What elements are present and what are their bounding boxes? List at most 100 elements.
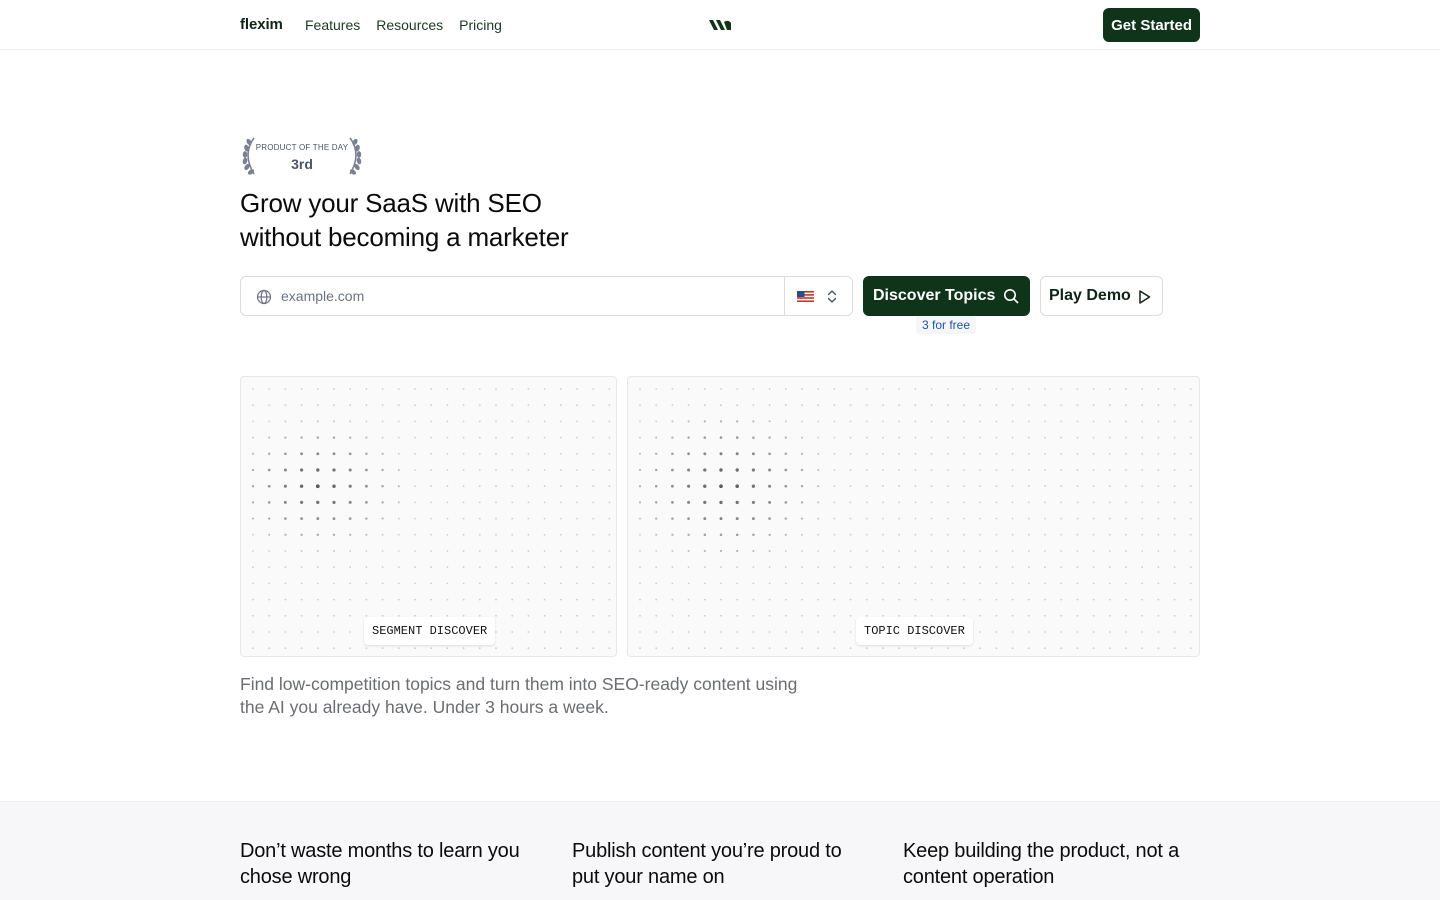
grid-dot — [963, 469, 965, 471]
grid-dot — [430, 582, 433, 585]
grid-dot — [608, 582, 611, 585]
grid-dot — [687, 404, 690, 407]
grid-dot — [543, 501, 546, 504]
grid-dot — [1092, 436, 1095, 439]
grid-dot — [865, 582, 868, 585]
grid-dot — [1092, 582, 1095, 585]
grid-dot — [946, 598, 949, 601]
grid-dot — [639, 388, 641, 390]
top-nav: flexim Features Resources Pricing Get St… — [0, 0, 1440, 50]
grid-dot — [687, 566, 690, 569]
grid-dot — [671, 631, 674, 633]
grid-dot — [381, 566, 384, 569]
grid-dot — [849, 404, 852, 407]
discover-topics-button[interactable]: Discover Topics — [863, 276, 1030, 316]
grid-dot — [914, 598, 917, 601]
grid-dot — [801, 404, 803, 407]
product-of-the-day-badge[interactable]: PRODUCT OF THE DAY 3rd — [240, 136, 364, 176]
grid-dot — [946, 420, 949, 423]
brand-logo-text[interactable]: flexim — [240, 16, 283, 33]
grid-dot — [365, 598, 368, 601]
grid-dot — [543, 452, 546, 455]
grid-dot — [495, 501, 497, 504]
grid-dot — [800, 468, 804, 472]
grid-dot — [1157, 614, 1160, 617]
grid-dot — [349, 550, 352, 552]
grid-dot — [1157, 452, 1160, 455]
grid-dot — [511, 517, 514, 520]
grid-dot — [1141, 614, 1144, 617]
grid-dot — [511, 566, 514, 569]
grid-dot — [559, 598, 562, 601]
nav-link-resources[interactable]: Resources — [376, 17, 443, 33]
grid-dot — [316, 566, 319, 569]
grid-dot — [333, 582, 335, 585]
grid-dot — [349, 404, 352, 407]
grid-dot — [736, 404, 739, 407]
features-section: Don’t waste months to learn you chose wr… — [0, 801, 1440, 900]
grid-dot — [800, 501, 804, 504]
grid-dot — [365, 484, 368, 488]
play-demo-button[interactable]: Play Demo — [1040, 276, 1163, 316]
grid-dot — [284, 517, 287, 520]
grid-dot — [446, 420, 449, 423]
grid-dot — [527, 647, 530, 650]
grid-dot — [865, 436, 868, 439]
grid-dot — [703, 500, 707, 505]
grid-dot — [882, 436, 884, 439]
segment-discover-panel[interactable]: SEGMENT DISCOVER — [240, 376, 617, 657]
grid-dot — [1125, 388, 1127, 390]
topic-discover-panel[interactable]: TOPIC DISCOVER — [627, 376, 1200, 657]
grid-dot — [1076, 598, 1079, 601]
grid-dot — [995, 388, 998, 390]
grid-dot — [1108, 452, 1111, 455]
grid-dot — [833, 533, 836, 536]
grid-dot — [1189, 485, 1192, 488]
grid-dot — [608, 533, 611, 536]
grid-dot — [478, 517, 481, 520]
grid-dot — [284, 452, 287, 456]
grid-dot — [1092, 550, 1095, 552]
grid-dot — [1157, 485, 1160, 488]
grid-dot — [316, 420, 319, 423]
grid-dot — [511, 582, 514, 585]
grid-dot — [478, 550, 481, 552]
grid-dot — [882, 420, 884, 423]
grid-dot — [462, 582, 465, 585]
grid-dot — [865, 452, 868, 455]
grid-dot — [283, 500, 287, 504]
grid-dot — [495, 420, 497, 423]
grid-dot — [397, 501, 400, 504]
grid-dot — [608, 420, 611, 423]
grid-dot — [849, 631, 852, 633]
grid-dot — [1027, 388, 1030, 390]
domain-input[interactable] — [281, 278, 781, 314]
country-select[interactable] — [784, 277, 852, 315]
grid-dot — [576, 533, 578, 536]
grid-dot — [865, 517, 868, 520]
grid-dot — [559, 501, 562, 504]
grid-dot — [849, 452, 852, 455]
grid-dot — [1060, 501, 1063, 504]
grid-dot — [687, 598, 690, 601]
grid-dot — [849, 420, 852, 423]
grid-dot — [752, 420, 755, 423]
feature-title-3: Keep building the product, not a content… — [903, 840, 1180, 888]
grid-dot — [639, 436, 641, 439]
grid-dot — [332, 436, 336, 439]
grid-dot — [252, 598, 254, 601]
grid-dot — [687, 420, 690, 423]
grid-dot — [1141, 388, 1144, 390]
grid-dot — [1125, 436, 1127, 439]
grid-dot — [316, 388, 319, 390]
grid-dot — [671, 533, 674, 536]
grid-dot — [414, 598, 416, 601]
get-started-button[interactable]: Get Started — [1103, 8, 1200, 42]
nav-link-pricing[interactable]: Pricing — [459, 17, 502, 33]
grid-dot — [267, 484, 271, 488]
grid-dot — [576, 598, 578, 601]
brand-mark-icon[interactable] — [708, 17, 732, 33]
grid-dot — [430, 469, 433, 471]
grid-dot — [995, 420, 998, 423]
nav-link-features[interactable]: Features — [305, 17, 360, 33]
